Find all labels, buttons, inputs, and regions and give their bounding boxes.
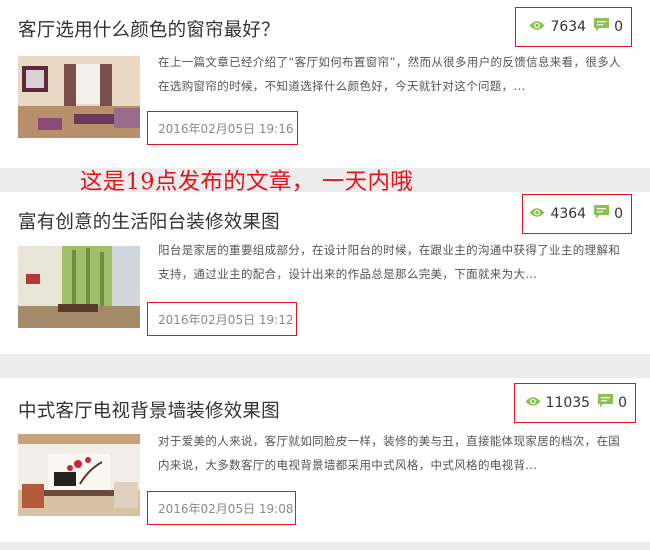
views-count: 4364 [529, 206, 586, 222]
article-stats: 4364 0 [522, 194, 632, 234]
article-stats: 7634 0 [515, 7, 632, 47]
views-count: 11035 [525, 395, 590, 411]
annotation-note: 这是19点发布的文章， 一天内哦 [80, 169, 414, 195]
article-thumbnail[interactable] [18, 56, 140, 138]
eye-icon [529, 206, 545, 222]
article-excerpt: 对于爱美的人来说，客厅就如同脸皮一样，装修的美与丑，直接能体现家居的档次，在国内… [158, 434, 621, 472]
article-title[interactable]: 富有创意的生活阳台装修效果图 [18, 208, 280, 234]
article-excerpt: 在上一篇文章已经介绍了“客厅如何布置窗帘”，然而从很多用户的反馈信息来看，很多人… [158, 55, 621, 93]
living-room-curtain-photo-icon [18, 56, 140, 138]
comment-icon [594, 205, 610, 223]
article-thumbnail[interactable] [18, 434, 140, 516]
article-date: 2016年02月05日 19:16 [147, 111, 298, 145]
article-excerpt: 阳台是家居的重要组成部分，在设计阳台的时候，在跟业主的沟通中获得了业主的理解和支… [158, 243, 621, 281]
chinese-tv-wall-photo-icon [18, 434, 140, 516]
eye-icon [529, 19, 545, 35]
comments-count: 0 [594, 205, 623, 223]
section-divider [0, 542, 650, 550]
comments-count: 0 [594, 18, 623, 36]
comments-count: 0 [598, 394, 627, 412]
balcony-photo-icon [18, 246, 140, 328]
article-date: 2016年02月05日 19:12 [147, 302, 297, 336]
section-divider [0, 354, 650, 378]
article-card: 中式客厅电视背景墙装修效果图 11035 0 对于爱美的人来说，客厅就如同脸皮一… [0, 378, 650, 542]
article-date: 2016年02月05日 19:08 [147, 491, 296, 525]
comment-icon [594, 18, 610, 36]
article-title[interactable]: 中式客厅电视背景墙装修效果图 [18, 397, 280, 423]
comment-icon [598, 394, 614, 412]
article-title[interactable]: 客厅选用什么颜色的窗帘最好？ [18, 16, 280, 42]
article-stats: 11035 0 [514, 383, 636, 423]
article-card: 富有创意的生活阳台装修效果图 4364 0 阳台是家居的重要组成部分，在设计阳台… [0, 192, 650, 354]
article-thumbnail[interactable] [18, 246, 140, 328]
article-card: 客厅选用什么颜色的窗帘最好？ 7634 0 在上一篇文章已经介绍了“客厅如何布置… [0, 0, 650, 168]
eye-icon [525, 395, 541, 411]
views-count: 7634 [529, 19, 586, 35]
